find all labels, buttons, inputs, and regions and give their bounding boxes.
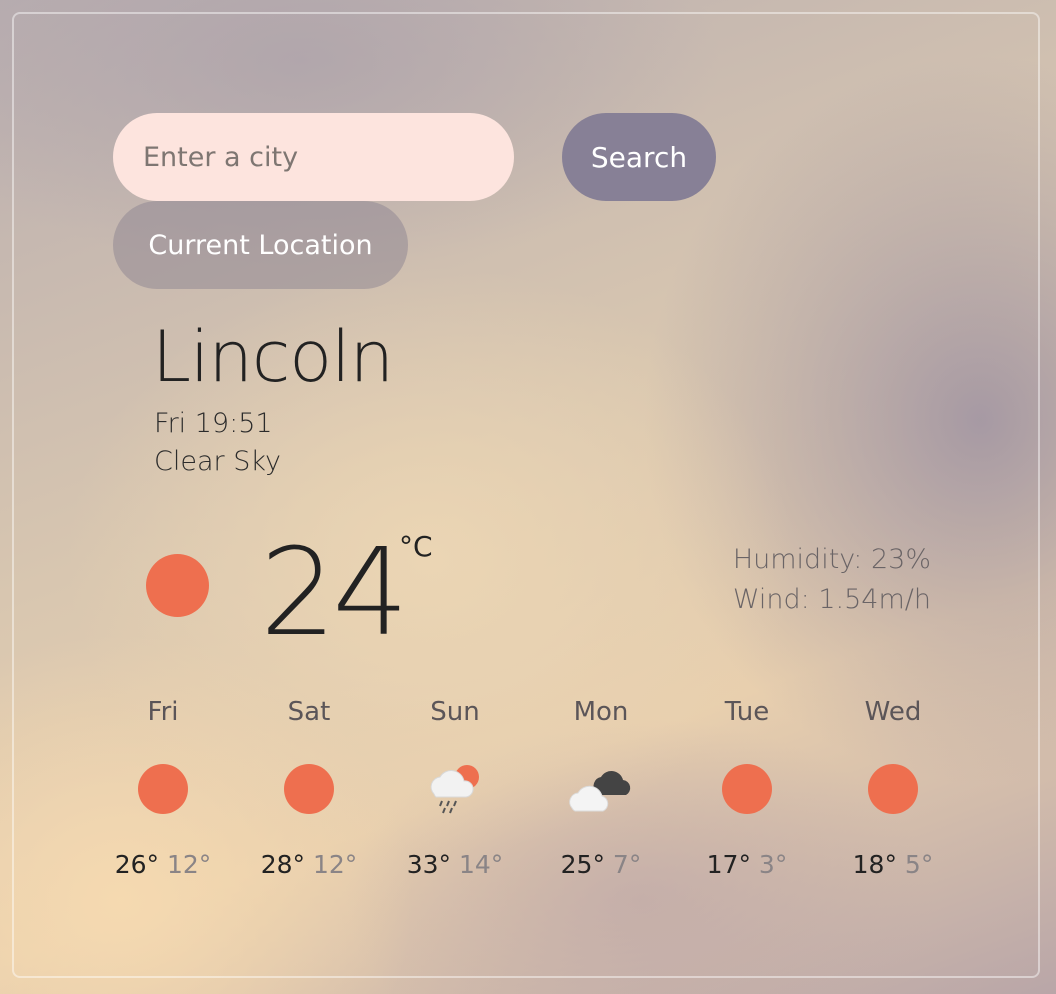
wind-readout: Wind: 1.54m/h [732, 584, 931, 615]
forecast-min: 12° [312, 850, 358, 879]
forecast-min: 14° [458, 850, 504, 879]
weather-description: Clear Sky [154, 446, 281, 477]
forecast-max: 33° [406, 850, 452, 879]
forecast-temps: 28° 12° [236, 850, 382, 879]
forecast-day: Mon 25° 7° [528, 690, 674, 879]
forecast-max: 26° [114, 850, 160, 879]
current-location-button[interactable]: Current Location [113, 201, 408, 289]
forecast-day-name: Sun [430, 697, 480, 727]
forecast-day: Wed 18° 5° [820, 690, 966, 879]
forecast-min: 5° [904, 850, 934, 879]
forecast-day-name: Mon [573, 697, 629, 727]
forecast-max: 25° [560, 850, 605, 879]
humidity-readout: Humidity: 23% [732, 544, 931, 575]
forecast-day-name: Tue [724, 697, 770, 727]
forecast-temps: 17° 3° [674, 850, 820, 879]
forecast-day: Sun 33° 14° [382, 690, 528, 879]
forecast-day-name: Wed [864, 697, 922, 727]
forecast-day: Sat 28° 12° [236, 690, 382, 879]
temperature-unit: °C [399, 530, 433, 563]
sun-icon [274, 758, 344, 818]
current-datetime: Fri 19:51 [154, 408, 273, 439]
forecast-max: 28° [260, 850, 306, 879]
city-search-input[interactable] [113, 113, 514, 201]
dark-clouds-icon [566, 758, 636, 818]
forecast-min: 7° [612, 850, 642, 879]
forecast-temps: 26° 12° [90, 850, 236, 879]
current-temperature: 24 [260, 524, 409, 663]
forecast-day-name: Sat [287, 697, 331, 727]
forecast-row: Fri 26° 12° Sat 28° 12° Sun 33° 14° Mon [90, 690, 966, 890]
forecast-day: Tue 17° 3° [674, 690, 820, 879]
sun-icon [128, 758, 198, 818]
forecast-temps: 25° 7° [528, 850, 674, 879]
forecast-day: Fri 26° 12° [90, 690, 236, 879]
search-button[interactable]: Search [562, 113, 716, 201]
forecast-min: 12° [166, 850, 212, 879]
forecast-day-name: Fri [147, 697, 179, 727]
city-name: Lincoln [152, 316, 394, 398]
sun-icon [712, 758, 782, 818]
forecast-temps: 33° 14° [382, 850, 528, 879]
rain-sun-cloud-icon [420, 758, 490, 818]
sun-icon [858, 758, 928, 818]
sun-icon [146, 554, 209, 617]
forecast-max: 17° [706, 850, 751, 879]
forecast-temps: 18° 5° [820, 850, 966, 879]
forecast-min: 3° [758, 850, 788, 879]
forecast-max: 18° [852, 850, 897, 879]
